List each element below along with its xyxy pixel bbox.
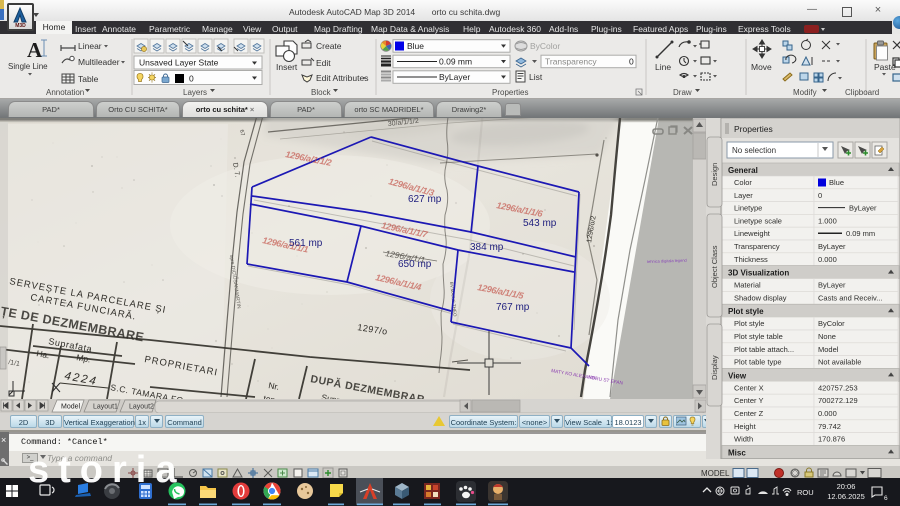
svg-text:Layout1: Layout1 (93, 404, 118, 411)
svg-text:ByLayer: ByLayer (818, 281, 846, 290)
svg-text:Transparency: Transparency (545, 57, 597, 67)
svg-text:Multileader: Multileader (78, 57, 120, 67)
svg-text:Plot style: Plot style (728, 307, 764, 316)
svg-text:No selection: No selection (732, 146, 776, 155)
svg-text:Layers: Layers (183, 88, 207, 97)
svg-text:Center Y: Center Y (734, 396, 763, 405)
svg-text:420757.253: 420757.253 (818, 383, 858, 392)
svg-text:Color: Color (734, 178, 752, 187)
svg-text:Transparency: Transparency (734, 242, 780, 251)
svg-text:ByColor: ByColor (818, 319, 845, 328)
svg-text:Move: Move (751, 62, 772, 72)
svg-text:ByLayer: ByLayer (439, 72, 470, 82)
svg-text:700272.129: 700272.129 (818, 396, 858, 405)
svg-text:170.876: 170.876 (818, 435, 845, 444)
svg-text:Block: Block (311, 88, 332, 97)
svg-text:Edit: Edit (316, 58, 331, 68)
svg-text:Nr.: Nr. (268, 380, 281, 392)
svg-text:Properties: Properties (734, 124, 773, 134)
svg-text:Not available: Not available (818, 358, 861, 367)
svg-text:A: A (27, 38, 43, 62)
svg-text:Clipboard: Clipboard (845, 88, 879, 97)
svg-text:M3D: M3D (15, 23, 26, 29)
svg-text:List: List (529, 72, 543, 82)
svg-text:ByLayer: ByLayer (818, 242, 846, 251)
svg-text:Linetype: Linetype (734, 204, 762, 213)
svg-text:Thickness: Thickness (734, 255, 768, 264)
svg-text:Plot table type: Plot table type (734, 358, 782, 367)
svg-text:Width: Width (734, 435, 753, 444)
svg-text:Model: Model (61, 404, 81, 411)
svg-text:None: None (818, 332, 836, 341)
svg-text:Center X: Center X (734, 383, 764, 392)
svg-text:561 mp: 561 mp (289, 238, 323, 249)
svg-text:1.000: 1.000 (818, 216, 837, 225)
svg-text:20:06: 20:06 (837, 482, 856, 491)
svg-text:0.000: 0.000 (818, 409, 837, 418)
svg-text:Plot style table: Plot style table (734, 332, 783, 341)
svg-text:Blue: Blue (407, 41, 424, 51)
svg-text:Properties: Properties (492, 88, 528, 97)
svg-text:0.09 mm: 0.09 mm (439, 57, 472, 67)
svg-text:ByLayer: ByLayer (849, 204, 877, 213)
svg-text:6: 6 (884, 495, 888, 502)
svg-text:Single Line: Single Line (8, 62, 48, 71)
svg-text:Layout2: Layout2 (129, 404, 154, 411)
svg-text:0: 0 (629, 57, 634, 67)
svg-text:543 mp: 543 mp (523, 218, 557, 229)
svg-text:Plot style: Plot style (734, 319, 764, 328)
svg-text:Edit Attributes: Edit Attributes (316, 73, 368, 83)
svg-text:0: 0 (818, 191, 822, 200)
svg-text:Modify: Modify (793, 88, 817, 97)
svg-text:Design: Design (710, 163, 719, 186)
svg-text:Shadow display: Shadow display (734, 293, 787, 302)
svg-text:Insert: Insert (276, 62, 298, 72)
svg-text:Plot table attach...: Plot table attach... (734, 345, 794, 354)
svg-text:0: 0 (189, 74, 194, 84)
svg-text:650 mp: 650 mp (398, 259, 432, 270)
svg-text:Lineweight: Lineweight (734, 229, 771, 238)
svg-text:0.000: 0.000 (818, 255, 837, 264)
svg-text:Table: Table (78, 74, 99, 84)
svg-text:12.06.2025: 12.06.2025 (827, 492, 865, 501)
svg-text:Misc: Misc (728, 448, 746, 457)
svg-text:67: 67 (238, 129, 245, 136)
svg-text:ByColor: ByColor (530, 41, 560, 51)
svg-text:Layer: Layer (734, 191, 753, 200)
svg-text:Casts and Receiv...: Casts and Receiv... (818, 293, 882, 302)
svg-text:ROU: ROU (797, 488, 814, 497)
svg-text:0.09 mm: 0.09 mm (846, 229, 875, 238)
svg-text:View: View (728, 371, 747, 380)
svg-text:Draw: Draw (673, 88, 692, 97)
svg-text:Annotation: Annotation (46, 88, 84, 97)
svg-text:Unsaved Layer State: Unsaved Layer State (139, 58, 219, 68)
svg-text:384 mp: 384 mp (470, 242, 504, 253)
svg-text:Center Z: Center Z (734, 409, 764, 418)
svg-text:Blue: Blue (829, 178, 844, 187)
svg-text:Object Class: Object Class (710, 245, 719, 288)
svg-text:Height: Height (734, 422, 757, 431)
svg-text:79.742: 79.742 (818, 422, 841, 431)
svg-text:Linetype scale: Linetype scale (734, 216, 782, 225)
svg-text:767 mp: 767 mp (496, 302, 530, 313)
svg-text:Line: Line (655, 62, 671, 72)
svg-text:General: General (728, 166, 758, 175)
svg-text:Linear: Linear (78, 41, 102, 51)
svg-text:Create: Create (316, 41, 342, 51)
svg-text:Display: Display (710, 355, 719, 380)
svg-text:Material: Material (734, 281, 761, 290)
svg-text:3D Visualization: 3D Visualization (728, 269, 789, 278)
svg-text:Model: Model (818, 345, 839, 354)
svg-text:627 mp: 627 mp (408, 194, 442, 205)
svg-text:MODEL: MODEL (701, 469, 730, 478)
